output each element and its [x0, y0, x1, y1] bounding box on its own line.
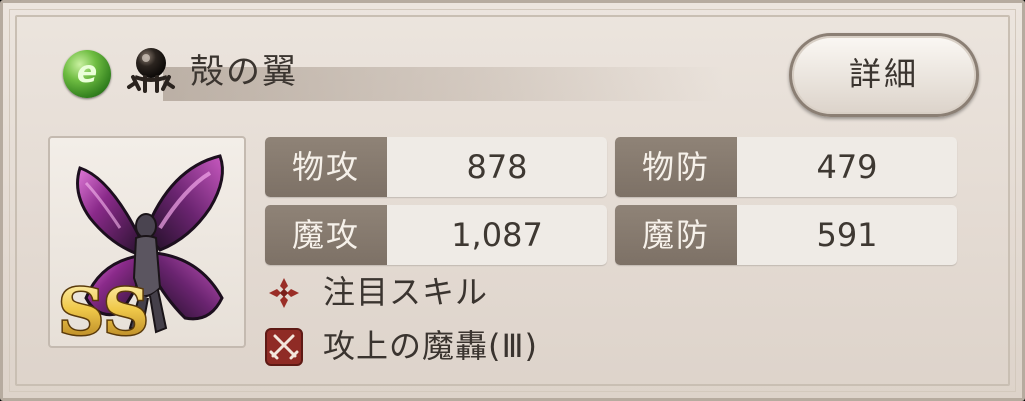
rank-badge: SS	[58, 275, 149, 348]
stat-value: 1,087	[451, 216, 543, 254]
featured-skill-label: 注目スキル	[323, 273, 489, 311]
stat-value: 591	[816, 216, 878, 254]
stat-value: 479	[816, 148, 878, 186]
stat-physical-defense: 物防 479	[615, 137, 957, 197]
stat-label: 魔攻	[265, 205, 387, 265]
stat-label: 物攻	[265, 137, 387, 197]
skill-name: 攻上の魔轟(Ⅲ)	[323, 327, 539, 365]
stat-magic-defense: 魔防 591	[615, 205, 957, 265]
item-portrait: SS	[48, 136, 246, 348]
dark-orb-type-icon	[127, 48, 175, 93]
stat-label: 物防	[615, 137, 737, 197]
stat-value: 878	[466, 148, 528, 186]
red-cross-skill-icon	[269, 278, 299, 308]
detail-button[interactable]: 詳細	[789, 33, 979, 117]
stat-physical-attack: 物攻 878	[265, 137, 607, 197]
item-name: 殻の翼	[190, 52, 298, 92]
stat-label: 魔防	[615, 205, 737, 265]
equipment-card: e 殻の翼 詳細 SS 物攻 878 物防 479 魔攻 1,087 魔防 59…	[0, 0, 1025, 401]
crossed-swords-skill-icon	[265, 328, 303, 366]
wing-illustration: SS	[57, 154, 224, 348]
stat-magic-attack: 魔攻 1,087	[265, 205, 607, 265]
wind-element-icon: e	[63, 50, 111, 98]
element-glyph: e	[76, 55, 98, 90]
